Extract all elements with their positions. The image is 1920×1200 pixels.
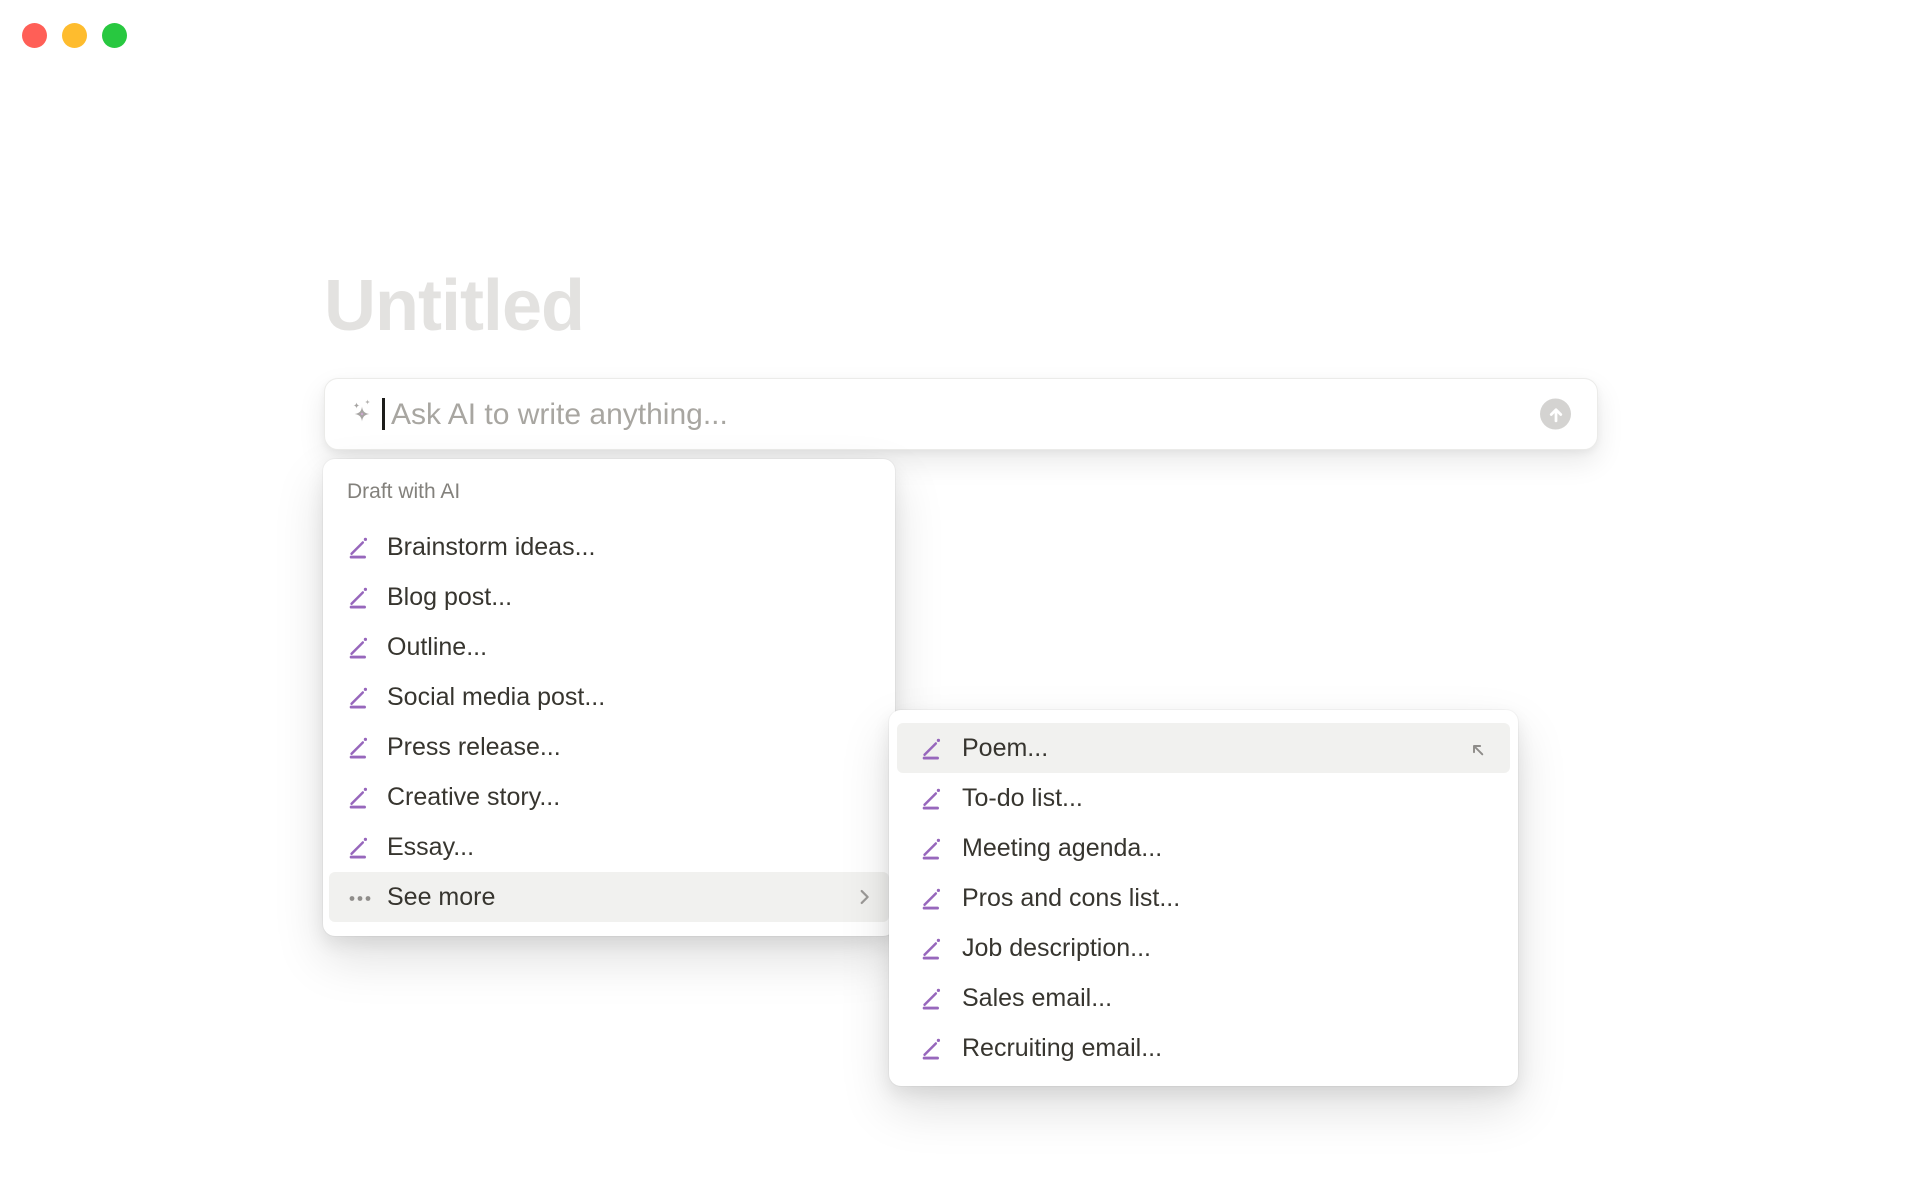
pencil-line-icon	[347, 734, 373, 760]
menu-item-essay[interactable]: Essay...	[329, 822, 889, 872]
submit-button[interactable]	[1540, 398, 1571, 430]
menu-item-label: Job description...	[962, 933, 1151, 962]
pencil-line-icon	[347, 634, 373, 660]
pencil-line-icon	[920, 985, 946, 1011]
menu-item-see-more[interactable]: See more	[329, 872, 889, 922]
menu-item-label: Recruiting email...	[962, 1033, 1163, 1062]
menu-item-outline[interactable]: Outline...	[329, 622, 889, 672]
ai-sparkle-icon	[345, 397, 379, 431]
menu-item-label: Sales email...	[962, 983, 1113, 1012]
menu-item-label: Creative story...	[387, 782, 561, 811]
menu-item-social-media-post[interactable]: Social media post...	[329, 672, 889, 722]
pencil-line-icon	[920, 785, 946, 811]
pencil-line-icon	[920, 835, 946, 861]
menu-item-recruiting-email[interactable]: Recruiting email...	[897, 1023, 1510, 1073]
menu-item-creative-story[interactable]: Creative story...	[329, 772, 889, 822]
menu-item-label: See more	[387, 882, 496, 911]
menu-item-label: Poem...	[962, 733, 1049, 762]
menu-section-label: Draft with AI	[347, 480, 461, 503]
menu-item-label: Pros and cons list...	[962, 883, 1181, 912]
pencil-line-icon	[347, 784, 373, 810]
window-controls	[22, 23, 127, 48]
arrow-up-left-icon	[1467, 738, 1488, 759]
menu-item-label: Blog post...	[387, 582, 513, 611]
pencil-line-icon	[347, 684, 373, 710]
menu-item-label: Meeting agenda...	[962, 833, 1163, 862]
menu-item-label: Essay...	[387, 832, 475, 861]
text-cursor	[382, 398, 385, 430]
menu-item-label: Outline...	[387, 632, 488, 661]
menu-item-job-description[interactable]: Job description...	[897, 923, 1510, 973]
pencil-line-icon	[347, 584, 373, 610]
menu-item-poem[interactable]: Poem...	[897, 723, 1510, 773]
chevron-right-icon	[853, 886, 875, 908]
menu-item-pros-and-cons-list[interactable]: Pros and cons list...	[897, 873, 1510, 923]
menu-item-meeting-agenda[interactable]: Meeting agenda...	[897, 823, 1510, 873]
menu-item-sales-email[interactable]: Sales email...	[897, 973, 1510, 1023]
pencil-line-icon	[920, 885, 946, 911]
pencil-line-icon	[347, 534, 373, 560]
menu-item-brainstorm-ideas[interactable]: Brainstorm ideas...	[329, 522, 889, 572]
draft-ai-menu: Draft with AI Brainstorm ideas... Blog p…	[323, 459, 895, 936]
menu-item-label: Social media post...	[387, 682, 606, 711]
menu-item-label: Brainstorm ideas...	[387, 532, 596, 561]
ellipsis-icon	[347, 884, 373, 910]
pencil-line-icon	[920, 1035, 946, 1061]
page-title[interactable]: Untitled	[324, 270, 585, 342]
menu-item-todo-list[interactable]: To-do list...	[897, 773, 1510, 823]
menu-item-label: To-do list...	[962, 783, 1083, 812]
arrow-up-icon	[1549, 407, 1562, 422]
zoom-button[interactable]	[102, 23, 127, 48]
pencil-line-icon	[920, 735, 946, 761]
notion-window: Untitled Draft with AI Brainstorm ideas.…	[0, 0, 1920, 1200]
menu-item-press-release[interactable]: Press release...	[329, 722, 889, 772]
ai-input-bar[interactable]	[324, 378, 1598, 451]
menu-item-label: Press release...	[387, 732, 561, 761]
minimize-button[interactable]	[62, 23, 87, 48]
menu-item-blog-post[interactable]: Blog post...	[329, 572, 889, 622]
pencil-line-icon	[347, 834, 373, 860]
see-more-submenu: Poem... To-do list... Meeting agenda... …	[889, 710, 1518, 1086]
close-button[interactable]	[22, 23, 47, 48]
ai-prompt-input[interactable]	[389, 379, 1513, 451]
pencil-line-icon	[920, 935, 946, 961]
